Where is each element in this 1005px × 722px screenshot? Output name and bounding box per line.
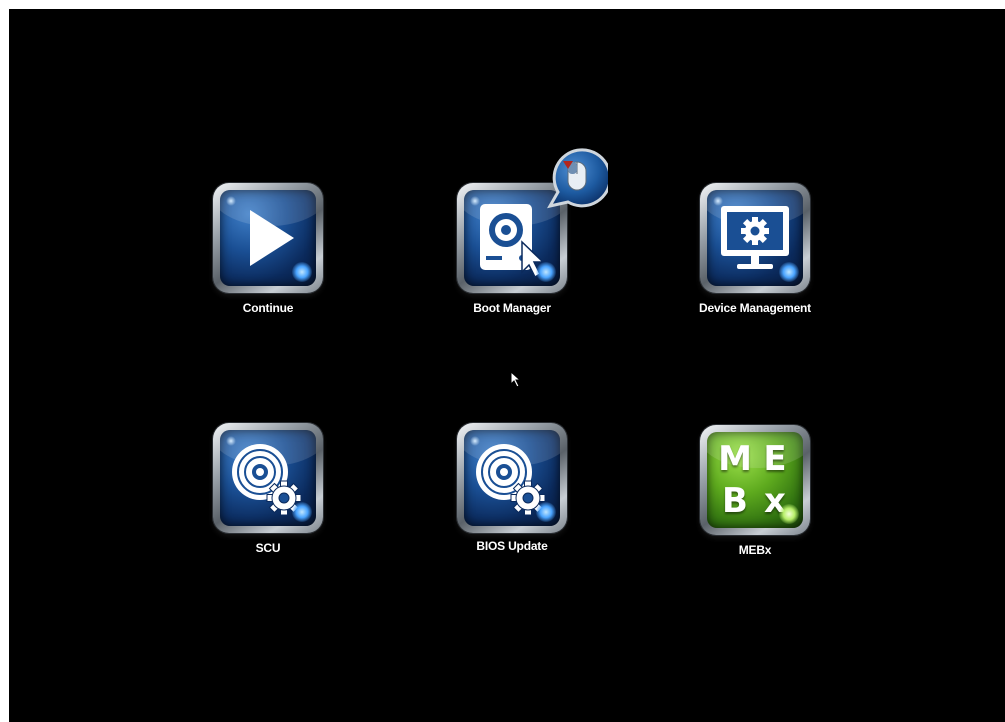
mebx-logo-letter: B	[722, 481, 748, 521]
device-management-label: Device Management	[699, 301, 811, 315]
continue-label: Continue	[242, 301, 294, 315]
continue-button[interactable]	[213, 183, 323, 293]
mebx-button[interactable]: M E B x	[700, 425, 810, 535]
mebx-face: M E B x	[707, 432, 803, 528]
continue-tile[interactable]: Continue	[198, 183, 338, 315]
continue-face	[220, 190, 316, 286]
mebx-tile[interactable]: M E B x MEBx	[685, 425, 825, 557]
scu-face	[220, 430, 316, 526]
mouse-pointer-icon	[510, 371, 522, 388]
scu-button[interactable]	[213, 423, 323, 533]
bios-update-face	[464, 430, 560, 526]
bios-update-button[interactable]	[457, 423, 567, 533]
mebx-label: MEBx	[738, 543, 772, 557]
scu-tile[interactable]: SCU	[198, 423, 338, 555]
scu-label: SCU	[255, 541, 281, 555]
device-management-tile[interactable]: Device Management	[685, 183, 825, 315]
boot-manager-label: Boot Manager	[473, 301, 551, 315]
device-management-face	[707, 190, 803, 286]
mouse-click-hint-icon	[547, 148, 608, 209]
mebx-logo-letter: E	[763, 439, 787, 479]
bios-update-label: BIOS Update	[476, 539, 548, 553]
mebx-logo-letter: M	[718, 439, 752, 479]
bios-update-tile[interactable]: BIOS Update	[442, 423, 582, 553]
boot-menu-screen: Continue Boot Manager Device Management …	[9, 9, 1005, 722]
device-management-button[interactable]	[700, 183, 810, 293]
